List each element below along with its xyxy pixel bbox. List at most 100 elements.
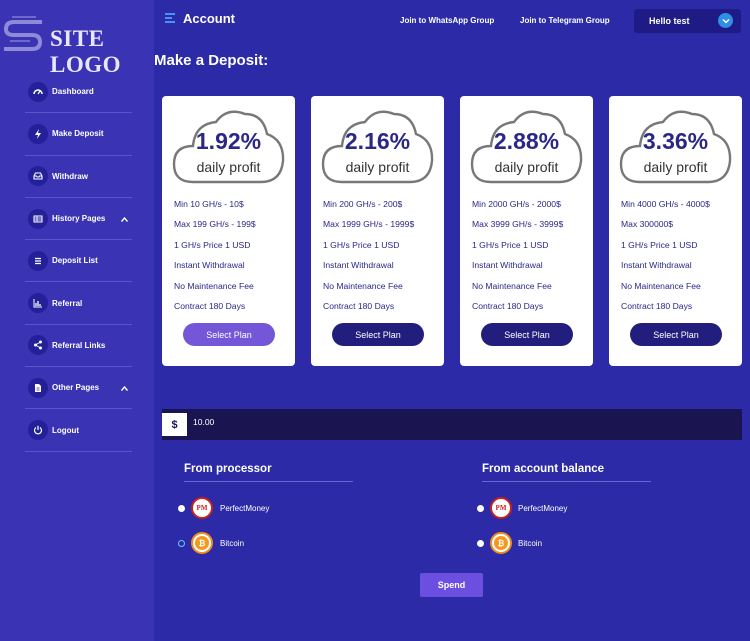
sidebar-item-dashboard[interactable]: Dashboard bbox=[25, 71, 132, 114]
spend-button[interactable]: Spend bbox=[420, 573, 483, 597]
gauge-icon bbox=[28, 81, 48, 102]
sidebar-item-withdraw[interactable]: Withdraw bbox=[25, 156, 132, 198]
plan-feature: Instant Withdrawal bbox=[621, 260, 692, 270]
radio-balance-perfectmoney[interactable] bbox=[477, 505, 484, 512]
plan-percent: 3.36% bbox=[642, 128, 709, 154]
sidebar-item-label: Make Deposit bbox=[52, 129, 104, 139]
plan-feature: 1 GH/s Price 1 USD bbox=[323, 240, 400, 250]
site-logo[interactable]: SITE LOGO bbox=[0, 8, 154, 77]
plan-feature: Min 200 GH/s - 200$ bbox=[323, 199, 403, 209]
sidebar-item-label: Dashboard bbox=[52, 87, 94, 97]
sidebar-item-deposit-list[interactable]: Deposit List bbox=[25, 240, 132, 283]
sidebar-item-history-pages[interactable]: History Pages bbox=[25, 198, 132, 241]
plan-card: 1.92% daily profit Min 10 GH/s - 10$ Max… bbox=[162, 96, 295, 366]
bitcoin-icon: ₿ bbox=[191, 532, 213, 554]
sidebar-item-referral-links[interactable]: Referral Links bbox=[25, 325, 132, 368]
plan-feature: 1 GH/s Price 1 USD bbox=[472, 240, 549, 250]
sidebar-item-label: Deposit List bbox=[52, 256, 98, 266]
payment-option-label: Bitcoin bbox=[220, 539, 245, 548]
plan-percent-label: daily profit bbox=[345, 159, 410, 175]
menu-icon[interactable] bbox=[164, 11, 176, 29]
sidebar-item-label: Withdraw bbox=[52, 171, 88, 181]
telegram-group-link[interactable]: Join to Telegram Group bbox=[520, 16, 610, 25]
sidebar-item-logout[interactable]: Logout bbox=[25, 409, 132, 452]
sidebar-item-referral[interactable]: Referral bbox=[25, 282, 132, 325]
currency-symbol: $ bbox=[162, 413, 187, 436]
perfectmoney-icon: PM bbox=[490, 497, 512, 519]
sidebar-item-make-deposit[interactable]: Make Deposit bbox=[25, 113, 132, 156]
amount-field-group: $ bbox=[162, 409, 742, 440]
sidebar-item-label: History Pages bbox=[52, 214, 106, 224]
plan-feature: Contract 180 Days bbox=[472, 301, 544, 311]
plan-feature: Max 199 GH/s - 199$ bbox=[174, 219, 256, 229]
select-plan-button[interactable]: Select Plan bbox=[332, 323, 424, 346]
payment-option-label: PerfectMoney bbox=[518, 504, 568, 513]
bar-chart-icon bbox=[28, 293, 48, 314]
plan-feature: Instant Withdrawal bbox=[174, 260, 245, 270]
top-header: Account Join to WhatsApp Group Join to T… bbox=[154, 0, 750, 44]
chevron-up-icon bbox=[120, 384, 129, 393]
list-icon bbox=[28, 250, 48, 271]
tray-icon bbox=[28, 166, 48, 187]
plan-feature: Contract 180 Days bbox=[323, 301, 395, 311]
perfectmoney-icon: PM bbox=[191, 497, 213, 519]
plan-percent: 2.16% bbox=[344, 128, 411, 154]
plan-feature: Min 10 GH/s - 10$ bbox=[174, 199, 244, 209]
processor-heading: From processor bbox=[184, 463, 353, 482]
page-title: Make a Deposit: bbox=[154, 52, 269, 69]
payment-option-label: PerfectMoney bbox=[220, 504, 270, 513]
plan-feature: No Maintenance Fee bbox=[323, 281, 403, 291]
radio-balance-bitcoin[interactable] bbox=[477, 540, 484, 547]
plan-feature: Contract 180 Days bbox=[621, 301, 693, 311]
sidebar-item-label: Referral bbox=[52, 298, 83, 308]
sidebar-nav: Dashboard Make Deposit Withdraw History … bbox=[25, 71, 132, 452]
select-plan-button[interactable]: Select Plan bbox=[630, 323, 722, 346]
power-icon bbox=[28, 420, 48, 441]
bitcoin-icon: ₿ bbox=[490, 532, 512, 554]
whatsapp-group-link[interactable]: Join to WhatsApp Group bbox=[400, 16, 494, 25]
plan-feature: Max 300000$ bbox=[621, 219, 674, 229]
page-header-title: Account bbox=[183, 11, 235, 26]
select-plan-button[interactable]: Select Plan bbox=[481, 323, 573, 346]
plan-feature: 1 GH/s Price 1 USD bbox=[621, 240, 698, 250]
amount-input[interactable] bbox=[193, 417, 733, 427]
user-menu-button[interactable]: Hello test bbox=[634, 9, 741, 33]
plan-feature: Instant Withdrawal bbox=[323, 260, 394, 270]
plan-card: 2.16% daily profit Min 200 GH/s - 200$ M… bbox=[311, 96, 444, 366]
plan-feature: No Maintenance Fee bbox=[472, 281, 552, 291]
plan-card: 2.88% daily profit Min 2000 GH/s - 2000$… bbox=[460, 96, 593, 366]
bitcoin-symbol: ₿ bbox=[195, 536, 209, 550]
plan-feature: Instant Withdrawal bbox=[472, 260, 543, 270]
plan-feature: Min 2000 GH/s - 2000$ bbox=[472, 199, 561, 209]
plan-feature: Max 3999 GH/s - 3999$ bbox=[472, 219, 564, 229]
sidebar-item-label: Referral Links bbox=[52, 340, 106, 350]
plan-feature: No Maintenance Fee bbox=[621, 281, 701, 291]
sidebar-item-other-pages[interactable]: Other Pages bbox=[25, 367, 132, 410]
plan-feature: Min 4000 GH/s - 4000$ bbox=[621, 199, 710, 209]
plan-feature: No Maintenance Fee bbox=[174, 281, 254, 291]
select-plan-button[interactable]: Select Plan bbox=[183, 323, 275, 346]
table-icon bbox=[28, 208, 48, 229]
plan-feature: Max 1999 GH/s - 1999$ bbox=[323, 219, 415, 229]
bolt-icon bbox=[28, 123, 48, 144]
plan-feature: 1 GH/s Price 1 USD bbox=[174, 240, 251, 250]
radio-processor-perfectmoney[interactable] bbox=[178, 505, 185, 512]
chevron-up-icon bbox=[120, 215, 129, 224]
payment-option-label: Bitcoin bbox=[518, 539, 543, 548]
user-greeting: Hello test bbox=[649, 16, 690, 26]
plan-card: 3.36% daily profit Min 4000 GH/s - 4000$… bbox=[609, 96, 742, 366]
plan-percent: 2.88% bbox=[493, 128, 560, 154]
plan-percent-label: daily profit bbox=[196, 159, 261, 175]
plan-percent-label: daily profit bbox=[494, 159, 559, 175]
radio-processor-bitcoin[interactable] bbox=[178, 540, 185, 547]
sidebar: SITE LOGO Dashboard Make Deposit Withdra… bbox=[0, 0, 154, 641]
plan-percent: 1.92% bbox=[195, 128, 262, 154]
chevron-down-icon bbox=[718, 13, 733, 28]
share-icon bbox=[28, 335, 48, 356]
file-icon bbox=[28, 377, 48, 398]
sidebar-item-label: Other Pages bbox=[52, 383, 100, 393]
logo-mark-icon bbox=[3, 16, 43, 51]
plan-percent-label: daily profit bbox=[643, 159, 708, 175]
bitcoin-symbol: ₿ bbox=[494, 536, 508, 550]
sidebar-item-label: Logout bbox=[52, 425, 80, 435]
